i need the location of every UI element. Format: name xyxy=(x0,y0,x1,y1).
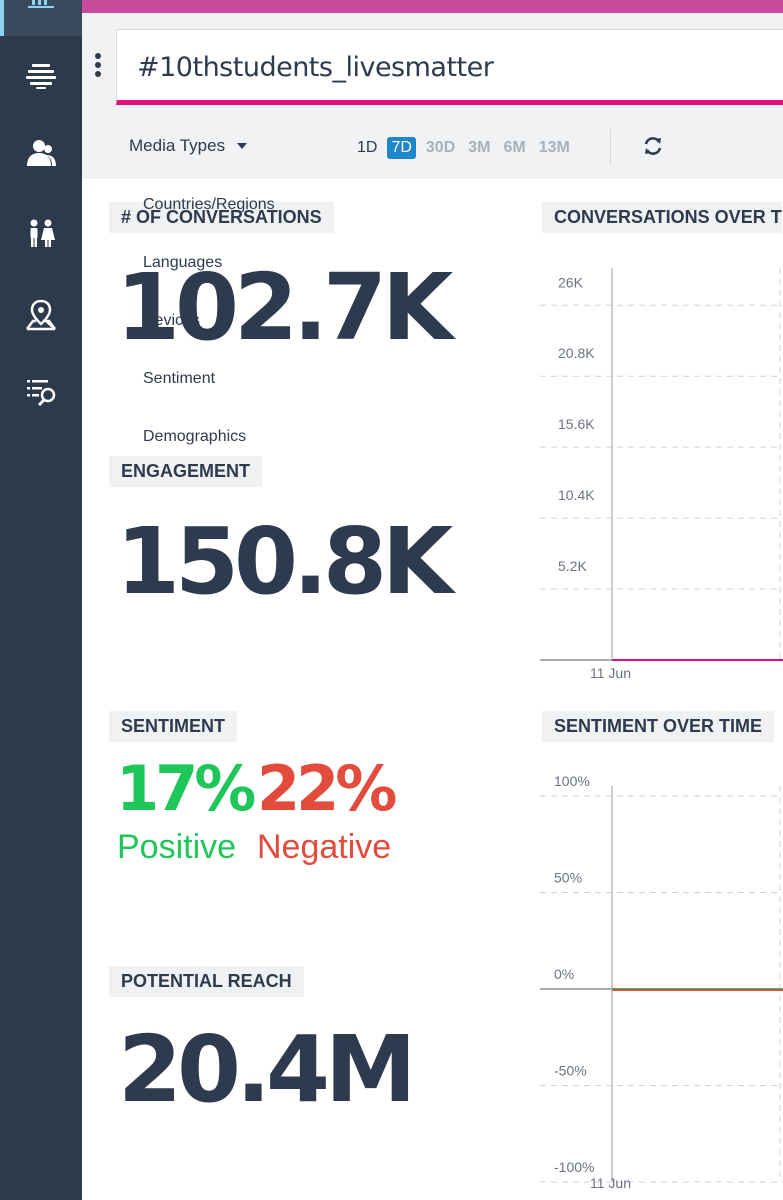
sent-chart-y-tick-label: 100% xyxy=(554,773,590,789)
top-accent-bar xyxy=(82,0,783,13)
conv-chart-x-tick-label: 11 Jun xyxy=(590,665,631,681)
conv-chart-y-tick-label: 5.2K xyxy=(558,558,587,574)
positive-label: Positive xyxy=(117,828,237,866)
refresh-icon[interactable] xyxy=(642,135,664,157)
search-list-icon xyxy=(27,380,56,407)
sidebar xyxy=(0,0,82,1200)
stream-icon xyxy=(26,64,56,89)
negative-label: Negative xyxy=(257,828,392,866)
conv-chart-y-tick-label: 15.6K xyxy=(558,416,595,432)
engagement-label: ENGAGEMENT xyxy=(109,456,263,487)
sidebar-item-dashboard[interactable] xyxy=(0,0,82,36)
conv-chart-y-tick-label: 10.4K xyxy=(558,487,595,503)
conversations-chart: 26K 20.8K 15.6K 10.4K 5.2K 11 Jun xyxy=(540,240,783,690)
range-30d[interactable]: 30D xyxy=(423,137,458,159)
sent-chart-x-tick-label: 11 Jun xyxy=(590,1175,631,1191)
media-types-label: Media Types xyxy=(129,136,226,155)
menu-item-devices[interactable]: Devices xyxy=(143,312,200,330)
range-1d[interactable]: 1D xyxy=(354,137,380,159)
sentiment-chart: 100% 50% 0% -50% -100% 11 Jun xyxy=(540,748,783,1200)
menu-item-languages[interactable]: Languages xyxy=(143,254,222,272)
sentiment-chart-title: SENTIMENT OVER TIME xyxy=(542,711,775,742)
menu-item-sentiment[interactable]: Sentiment xyxy=(143,370,215,388)
reach-label: POTENTIAL REACH xyxy=(109,966,304,997)
header: #10thstudents_livesmatter Media Types 1D… xyxy=(82,13,783,178)
sent-chart-y-tick-label: 50% xyxy=(554,870,582,886)
conv-chart-y-tick-label: 20.8K xyxy=(558,345,595,361)
range-6m[interactable]: 6M xyxy=(501,137,529,159)
sidebar-item-demographics[interactable] xyxy=(22,214,60,252)
sidebar-item-location[interactable] xyxy=(22,296,60,334)
demographics-icon xyxy=(30,219,55,247)
search-query-box[interactable]: #10thstudents_livesmatter xyxy=(116,29,783,105)
kebab-menu-icon[interactable] xyxy=(92,53,104,83)
menu-item-demographics[interactable]: Demographics xyxy=(143,428,246,446)
sentiment-label: SENTIMENT xyxy=(109,711,238,742)
location-icon xyxy=(26,299,56,331)
reach-value: 20.4M xyxy=(118,1016,417,1123)
date-range-selector: 1D 7D 30D 3M 6M 13M xyxy=(354,137,573,159)
conv-chart-y-tick-label: 26K xyxy=(558,274,584,290)
range-13m[interactable]: 13M xyxy=(536,137,573,159)
sent-chart-y-tick-label: -100% xyxy=(554,1159,594,1175)
header-divider xyxy=(610,129,611,165)
range-7d[interactable]: 7D xyxy=(387,137,416,159)
caret-down-icon xyxy=(237,143,248,149)
engagement-value: 150.8K xyxy=(116,508,453,615)
conversations-chart-title: CONVERSATIONS OVER T xyxy=(542,202,782,233)
search-query-text: #10thstudents_livesmatter xyxy=(137,52,494,83)
positive-value: 17% xyxy=(116,752,256,825)
range-3m[interactable]: 3M xyxy=(465,137,493,159)
sidebar-item-stream[interactable] xyxy=(22,56,60,94)
sidebar-item-search-list[interactable] xyxy=(22,372,60,410)
media-types-dropdown[interactable]: Media Types xyxy=(129,136,248,156)
sent-chart-y-tick-label: 0% xyxy=(554,966,574,982)
sent-chart-y-tick-label: -50% xyxy=(554,1063,587,1079)
user-icon xyxy=(27,140,56,166)
sidebar-item-users[interactable] xyxy=(22,134,60,172)
negative-value: 22% xyxy=(257,752,397,825)
conversations-value: 102.7K xyxy=(116,254,453,361)
dashboard-icon xyxy=(28,0,54,8)
menu-item-countries[interactable]: Countries/Regions xyxy=(143,196,275,214)
